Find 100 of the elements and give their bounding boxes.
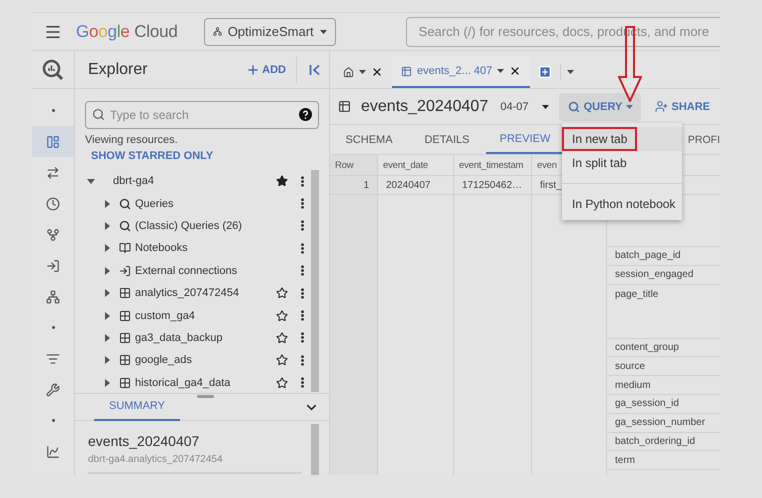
dot-icon[interactable] (52, 326, 54, 329)
chart-icon[interactable] (46, 444, 60, 458)
status-text: Viewing resources. (85, 134, 179, 146)
table-cell: medium (607, 376, 720, 395)
tab[interactable]: DETAILS (408, 125, 486, 154)
tree-item[interactable]: dbrt-ga4 (113, 175, 276, 188)
tree-item[interactable]: Notebooks (135, 242, 296, 254)
caret-icon[interactable] (497, 69, 504, 73)
dataset-icon (119, 354, 131, 366)
tree-item[interactable]: analytics_207472454 (135, 287, 276, 300)
help-icon[interactable] (299, 108, 312, 121)
expand-caret-icon[interactable] (104, 244, 110, 252)
table-icon (401, 66, 412, 76)
column-header[interactable]: event_timestam (454, 155, 531, 176)
expand-caret-icon[interactable] (104, 334, 110, 342)
home-icon (343, 66, 354, 78)
table-cell: source (607, 357, 720, 376)
fork-icon[interactable] (46, 228, 60, 242)
dataset-icon (119, 376, 131, 389)
magnifier-chart-icon[interactable] (42, 58, 64, 80)
scrollbar[interactable] (311, 424, 319, 475)
arrow-into-bracket-icon[interactable] (46, 258, 60, 272)
project-icon (212, 25, 222, 38)
caret-icon[interactable] (567, 70, 574, 74)
table-cell: term (607, 451, 720, 470)
star-icon[interactable] (276, 332, 288, 344)
dataset-icon (119, 332, 131, 344)
search-icon (568, 100, 580, 112)
dataset-icon (119, 287, 131, 300)
star-icon[interactable] (276, 287, 288, 300)
star-icon[interactable] (276, 376, 288, 389)
table-cell: batch_ordering_id (607, 432, 720, 452)
tree-item[interactable]: ga3_data_backup (135, 332, 276, 344)
table-cell: 20240407 (378, 176, 453, 195)
expand-caret-icon[interactable] (104, 312, 110, 320)
caret-icon[interactable] (542, 104, 550, 108)
tree-item[interactable]: External connections (135, 264, 296, 277)
panel-title: Explorer (88, 60, 149, 78)
clock-icon[interactable] (46, 196, 60, 210)
table-cell: content_group (607, 338, 720, 358)
wrench-icon[interactable] (46, 382, 60, 396)
star-icon[interactable] (276, 354, 288, 366)
menu-item[interactable]: In new tab (562, 127, 682, 151)
tree-item[interactable]: google_ads (135, 354, 276, 366)
search-field[interactable]: Type to search (85, 101, 319, 129)
caret-icon[interactable] (320, 30, 327, 34)
query-icon (119, 198, 131, 210)
expand-caret-icon[interactable] (104, 266, 110, 275)
panel-icon[interactable] (46, 134, 60, 148)
collapse-caret-icon[interactable] (87, 178, 95, 184)
tree-item[interactable]: (Classic) Queries (26) (135, 220, 296, 232)
date-selector[interactable]: 04-07 (500, 100, 550, 112)
list-icon[interactable] (46, 352, 60, 366)
star-icon[interactable] (276, 175, 288, 188)
tab[interactable]: PROFI (688, 125, 720, 154)
editor-tab[interactable]: events_2... 407 (392, 56, 530, 88)
summary-tab[interactable]: SUMMARY (94, 394, 180, 420)
tab[interactable]: SCHEMA (330, 125, 408, 154)
notebook-icon (119, 242, 131, 254)
expand-caret-icon[interactable] (104, 378, 110, 387)
table-cell: ga_session_id (607, 394, 720, 414)
swap-arrows-icon[interactable] (46, 166, 60, 180)
share-button[interactable]: SHARE (655, 100, 710, 113)
hierarchy-icon[interactable] (46, 290, 60, 304)
expand-caret-icon[interactable] (104, 356, 110, 364)
starred-link[interactable]: SHOW STARRED ONLY (91, 150, 329, 162)
close-icon[interactable] (509, 65, 522, 77)
expand-caret-icon[interactable] (104, 289, 110, 298)
caret-icon[interactable] (359, 70, 366, 74)
column-header[interactable]: event_date (378, 155, 453, 176)
connection-icon (119, 264, 131, 277)
tree-item[interactable]: Queries (135, 198, 296, 210)
query-icon (119, 220, 131, 232)
add-button[interactable]: ADD (246, 62, 286, 76)
search-icon (92, 108, 105, 121)
table-title: events_20240407 (361, 98, 490, 116)
dot-icon[interactable] (52, 419, 54, 422)
tree-item[interactable]: historical_ga4_data (135, 376, 276, 389)
new-tab-icon[interactable] (538, 65, 552, 79)
dot-icon[interactable] (52, 109, 54, 112)
star-icon[interactable] (276, 310, 288, 322)
close-icon[interactable] (371, 66, 383, 78)
drag-handle[interactable] (197, 395, 214, 398)
project-selector[interactable]: OptimizeSmart (204, 18, 336, 46)
table-icon (338, 100, 351, 113)
expand-caret-icon[interactable] (104, 200, 110, 208)
scrollbar[interactable] (311, 170, 319, 392)
logo[interactable]: Google Cloud (76, 22, 178, 42)
column-header[interactable]: Row (330, 155, 377, 176)
menu-item[interactable]: In split tab (562, 151, 682, 175)
tree-item[interactable]: custom_ga4 (135, 310, 276, 322)
dataset-icon (119, 310, 131, 322)
plus-icon (246, 62, 260, 76)
collapse-panel-icon[interactable] (309, 64, 321, 76)
table-cell: session_engaged (607, 266, 720, 285)
menu-item[interactable]: In Python notebook (562, 192, 682, 216)
table-path: dbrt-ga4.analytics_207472454 (88, 454, 224, 465)
expand-caret-icon[interactable] (104, 222, 110, 230)
table-cell: batch_page_id (607, 247, 720, 266)
table-cell: ga_session_number (607, 414, 720, 433)
